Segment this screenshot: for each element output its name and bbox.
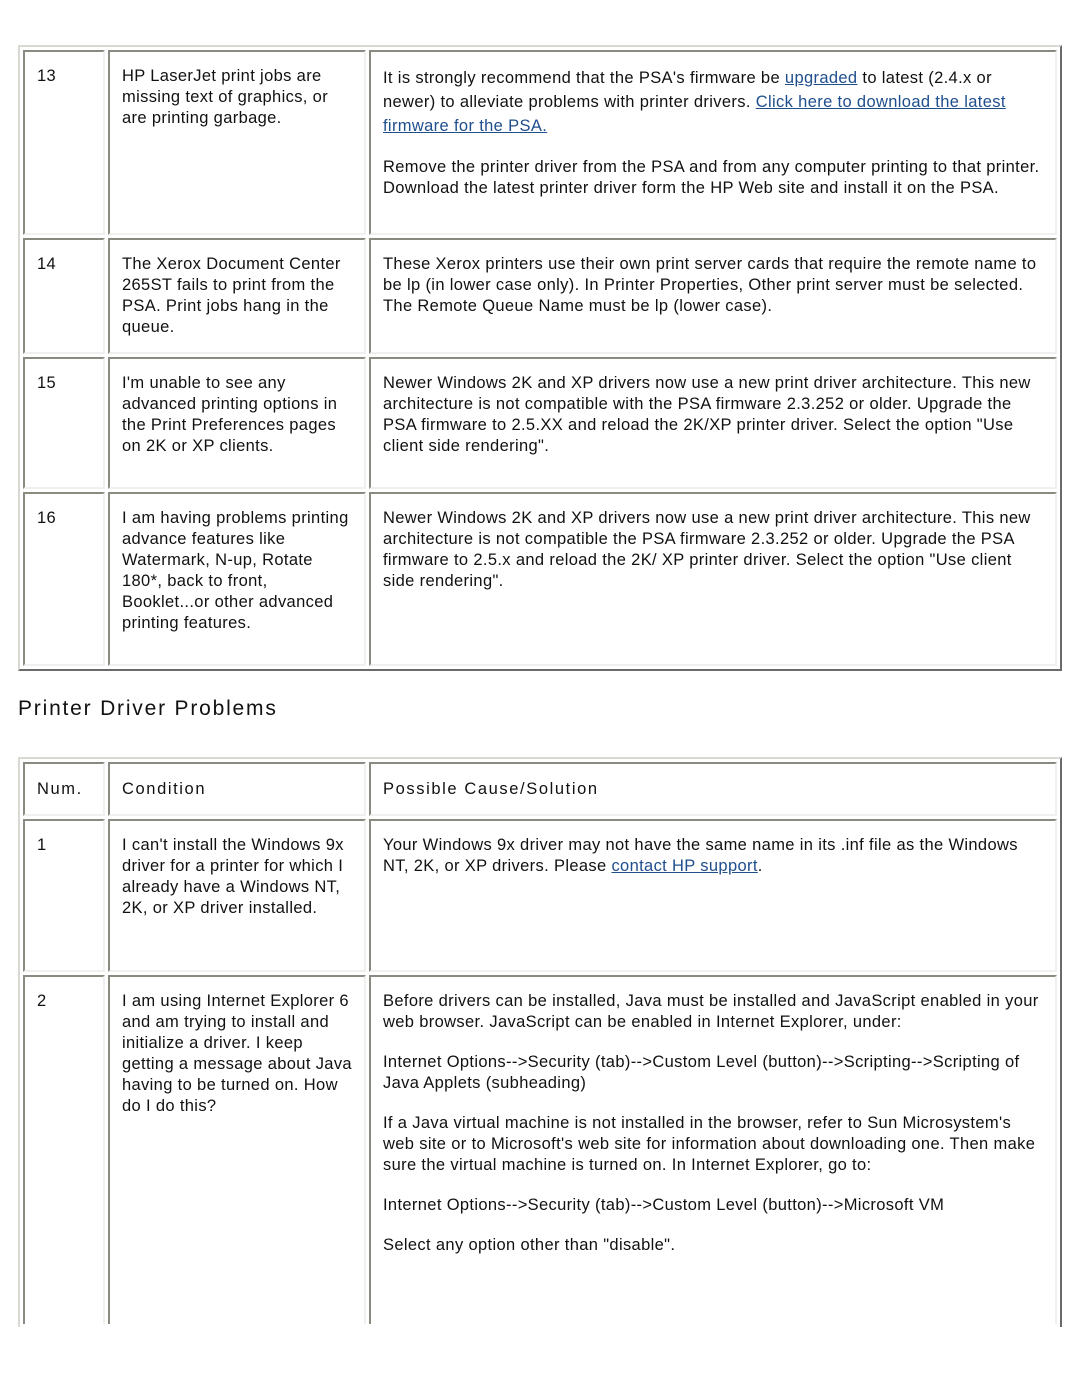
row-number: 16 (23, 492, 105, 666)
section-title: Printer Driver Problems (18, 697, 278, 720)
row-solution: It is strongly recommend that the PSA's … (369, 50, 1057, 235)
table-row: 1 I can't install the Windows 9x driver … (23, 819, 1057, 972)
solution-text: It is strongly recommend that the PSA's … (383, 69, 785, 87)
row-solution: Newer Windows 2K and XP drivers now use … (369, 357, 1057, 489)
upgraded-link[interactable]: upgraded (785, 69, 858, 87)
row-number: 13 (23, 50, 105, 235)
row-condition: I am having problems printing advance fe… (108, 492, 366, 666)
table-row: 14 The Xerox Document Center 265ST fails… (23, 238, 1057, 354)
table-header-row: Num. Condition Possible Cause/Solution (23, 762, 1057, 816)
issues-table-continued: 13 HP LaserJet print jobs are missing te… (18, 45, 1062, 671)
table-row: 13 HP LaserJet print jobs are missing te… (23, 50, 1057, 235)
row-number: 15 (23, 357, 105, 489)
row-solution: These Xerox printers use their own print… (369, 238, 1057, 354)
table-row: 2 I am using Internet Explorer 6 and am … (23, 975, 1057, 1324)
row-number: 14 (23, 238, 105, 354)
row-solution: Newer Windows 2K and XP drivers now use … (369, 492, 1057, 666)
row-condition: I am using Internet Explorer 6 and am tr… (108, 975, 366, 1324)
solution-paragraph: Internet Options-->Security (tab)-->Cust… (383, 1053, 1020, 1092)
header-solution: Possible Cause/Solution (369, 762, 1057, 816)
solution-paragraph: Internet Options-->Security (tab)-->Cust… (383, 1196, 945, 1214)
solution-text: . (757, 857, 763, 875)
contact-hp-support-link[interactable]: contact HP support (611, 857, 757, 875)
solution-text: Remove the printer driver from the PSA a… (383, 158, 1040, 197)
solution-paragraph: Before drivers can be installed, Java mu… (383, 992, 1039, 1031)
row-number: 2 (23, 975, 105, 1324)
row-solution: Your Windows 9x driver may not have the … (369, 819, 1057, 972)
row-condition: The Xerox Document Center 265ST fails to… (108, 238, 366, 354)
solution-paragraph: Select any option other than "disable". (383, 1236, 676, 1254)
printer-driver-problems-table: Num. Condition Possible Cause/Solution 1… (18, 757, 1062, 1327)
row-condition: I can't install the Windows 9x driver fo… (108, 819, 366, 972)
header-condition: Condition (108, 762, 366, 816)
header-num: Num. (23, 762, 105, 816)
row-number: 1 (23, 819, 105, 972)
table-row: 15 I'm unable to see any advanced printi… (23, 357, 1057, 489)
solution-paragraph: If a Java virtual machine is not install… (383, 1114, 1036, 1174)
row-condition: I'm unable to see any advanced printing … (108, 357, 366, 489)
row-condition: HP LaserJet print jobs are missing text … (108, 50, 366, 235)
table-row: 16 I am having problems printing advance… (23, 492, 1057, 666)
row-solution: Before drivers can be installed, Java mu… (369, 975, 1057, 1324)
